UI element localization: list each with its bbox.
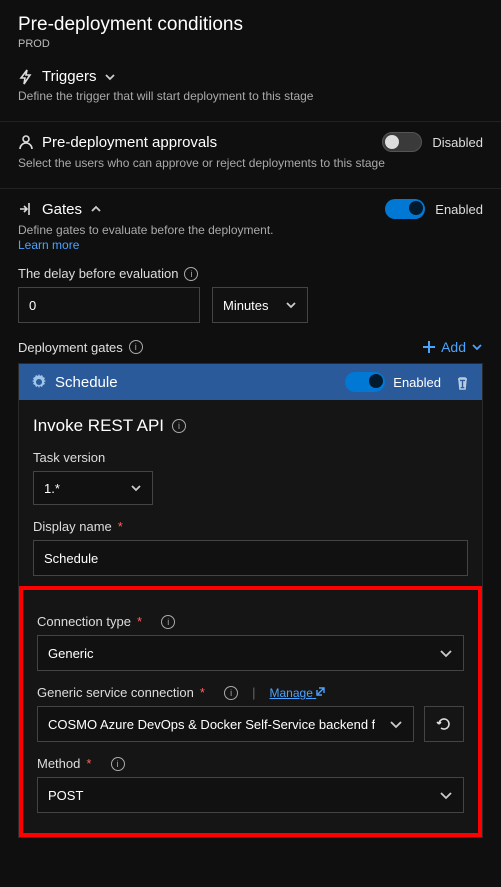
plus-icon — [422, 340, 436, 354]
required-marker: * — [86, 756, 91, 771]
connection-type-value: Generic — [48, 646, 94, 661]
info-icon[interactable]: i — [129, 340, 143, 354]
gsc-select[interactable]: COSMO Azure DevOps & Docker Self-Service… — [37, 706, 414, 742]
triggers-desc: Define the trigger that will start deplo… — [18, 89, 483, 103]
info-icon[interactable]: i — [172, 419, 186, 433]
page-title: Pre-deployment conditions — [18, 14, 483, 36]
delay-unit-value: Minutes — [223, 298, 269, 313]
lightning-icon — [18, 69, 34, 85]
chevron-down-icon — [439, 788, 453, 802]
learn-more-link[interactable]: Learn more — [18, 238, 79, 252]
method-value: POST — [48, 788, 83, 803]
add-label: Add — [441, 339, 466, 355]
chevron-down-icon — [471, 341, 483, 353]
gates-desc: Define gates to evaluate before the depl… — [18, 223, 483, 237]
approvals-toggle[interactable] — [382, 132, 422, 152]
required-marker: * — [118, 519, 123, 534]
gates-title: Gates — [42, 201, 82, 218]
triggers-header[interactable]: Triggers — [18, 68, 483, 85]
chevron-down-icon — [130, 482, 142, 494]
chevron-up-icon — [90, 203, 102, 215]
gsc-label: Generic service connection — [37, 685, 194, 700]
gate-enabled-toggle[interactable] — [345, 372, 385, 392]
gates-header[interactable]: Gates — [18, 201, 102, 218]
approvals-state: Disabled — [432, 135, 483, 150]
info-icon[interactable]: i — [224, 686, 238, 700]
task-version-select[interactable]: 1.* — [33, 471, 153, 505]
info-icon[interactable]: i — [161, 615, 175, 629]
gate-state: Enabled — [393, 375, 441, 390]
delete-icon[interactable] — [455, 375, 470, 390]
approvals-desc: Select the users who can approve or reje… — [18, 156, 483, 170]
connection-type-select[interactable]: Generic — [37, 635, 464, 671]
approvals-header[interactable]: Pre-deployment approvals — [18, 134, 217, 151]
chevron-down-icon — [285, 299, 297, 311]
gates-icon — [18, 201, 34, 217]
display-name-input[interactable] — [33, 540, 468, 576]
person-icon — [18, 134, 34, 150]
gates-toggle[interactable] — [385, 199, 425, 219]
external-link-icon — [316, 685, 327, 696]
info-icon[interactable]: i — [184, 267, 198, 281]
environment-name: PROD — [18, 38, 483, 50]
delay-input[interactable] — [18, 287, 200, 323]
manage-link[interactable]: Manage — [270, 685, 328, 700]
gates-state: Enabled — [435, 202, 483, 217]
deployment-gates-label: Deployment gates — [18, 340, 123, 355]
required-marker: * — [200, 685, 205, 700]
method-select[interactable]: POST — [37, 777, 464, 813]
method-label: Method — [37, 756, 80, 771]
approvals-title: Pre-deployment approvals — [42, 134, 217, 151]
task-version-label: Task version — [33, 450, 105, 465]
delay-label: The delay before evaluation — [18, 266, 178, 281]
connection-type-label: Connection type — [37, 614, 131, 629]
triggers-title: Triggers — [42, 68, 96, 85]
add-gate-button[interactable]: Add — [422, 339, 483, 355]
task-version-value: 1.* — [44, 481, 60, 496]
gsc-value: COSMO Azure DevOps & Docker Self-Service… — [48, 717, 375, 732]
api-title: Invoke REST API — [33, 416, 164, 436]
required-marker: * — [137, 614, 142, 629]
gate-header-row[interactable]: Schedule Enabled — [19, 364, 482, 400]
chevron-down-icon — [389, 717, 403, 731]
info-icon[interactable]: i — [111, 757, 125, 771]
chevron-down-icon — [439, 646, 453, 660]
refresh-icon — [436, 716, 452, 732]
refresh-button[interactable] — [424, 706, 464, 742]
display-name-label: Display name — [33, 519, 112, 534]
delay-unit-select[interactable]: Minutes — [212, 287, 308, 323]
gate-name: Schedule — [55, 374, 118, 391]
chevron-down-icon — [104, 71, 116, 83]
highlighted-region: Connection type * i Generic Generic serv… — [19, 586, 482, 837]
gear-icon — [31, 374, 47, 390]
separator: | — [252, 685, 255, 700]
